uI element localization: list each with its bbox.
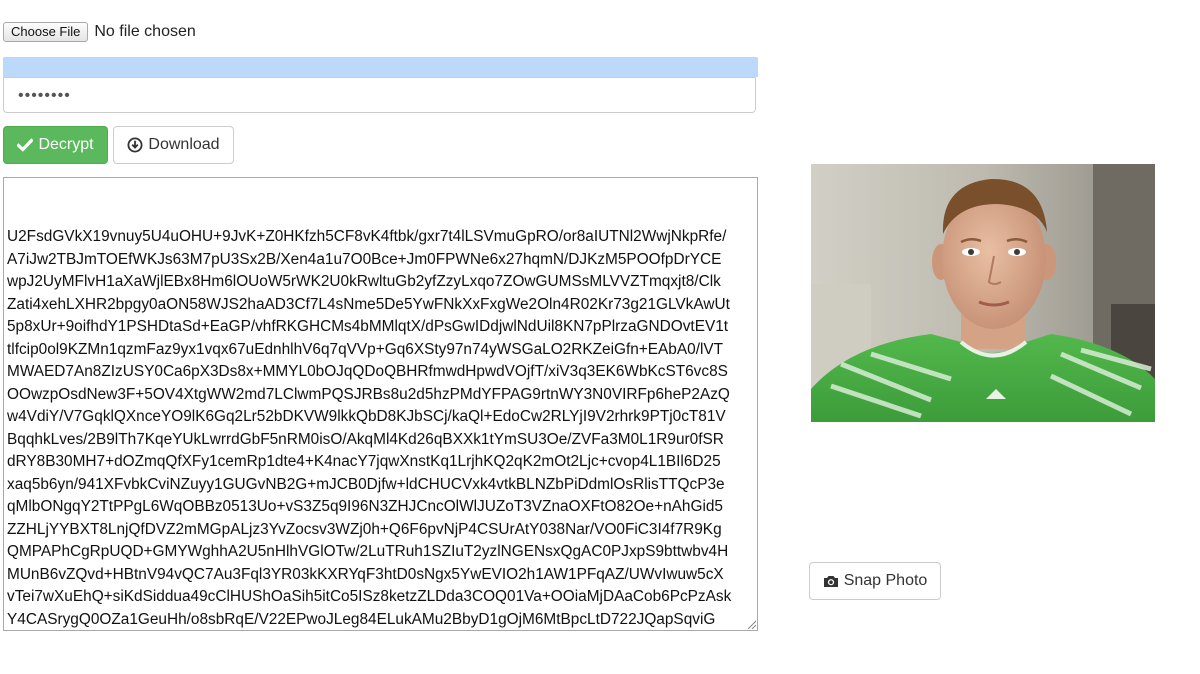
password-input[interactable]: ••••••••: [3, 77, 756, 113]
snap-photo-button[interactable]: Snap Photo: [809, 562, 941, 600]
camera-icon: [823, 576, 838, 587]
download-label: Download: [148, 136, 220, 153]
decrypt-label: Decrypt: [38, 136, 94, 153]
snap-photo-label: Snap Photo: [843, 572, 928, 589]
ciphertext-line: qMlbONgqY2TtPPgL6WqOBBz0513Uo+vS3Z5q9I96…: [7, 498, 723, 515]
key-input[interactable]: [3, 57, 758, 77]
ciphertext-line: wpJ2UyMFlvH1aXaWjlEBx8Hm6lOUoW5rWK2U0kRw…: [7, 273, 721, 290]
ciphertext-line: BqqhkLves/2B9lTh7KqeYUkLwrrdGbF5nRM0isO/…: [7, 430, 724, 448]
ciphertext-line: 5p8xUr+9oifhdY1PSHDtaSd+EaGP/vhfRKGHCMs4…: [7, 318, 729, 335]
ciphertext-line: QMPAPhCgRpUQD+GMYWghhA2U5nHlhVGlOTw/2LuT…: [7, 543, 729, 560]
ciphertext-line: OOwzpOsdNew3F+5OV4XtgWW2md7LClwmPQSJRBs8…: [7, 385, 730, 403]
file-status-text: No file chosen: [94, 23, 196, 40]
circle-arrow-down-icon: [127, 137, 143, 153]
encryption-page: Choose File No file chosen •••••••• Decr…: [0, 0, 1200, 674]
ciphertext-line: Zati4xehLXHR2bpgy0aON58WJS2haAD3Cf7L4sNm…: [7, 295, 730, 313]
person-photo: [811, 164, 1155, 422]
ciphertext-line: Y4CASrygQ0OZa1GeuHh/o8sbRqE/V22EPwoJLeg8…: [7, 610, 716, 628]
ciphertext-line: vTei7wXuEhQ+siKdSiddua49cClHUShOaSih5itC…: [7, 588, 732, 605]
ciphertext-line: MWAED7An8ZIzUSY0Ca6pX3Ds8x+MMYL0bOJqQDoQ…: [7, 363, 728, 380]
choose-file-button[interactable]: Choose File: [3, 22, 89, 42]
ciphertext-line: tlfcip0ol9KZMn1qzmFaz9yx1vqx67uEdnhlhV6q…: [7, 340, 724, 358]
ciphertext-line: w4VdiY/V7GqklQXnceYO9lK6Gq2Lr52bDKVW9lkk…: [7, 408, 726, 425]
ciphertext-line: U2FsdGVkX19vnuy5U4uOHU+9JvK+Z0HKfzh5CF8v…: [7, 228, 727, 245]
resize-grip-icon[interactable]: [746, 619, 756, 629]
file-picker: Choose File No file chosen: [3, 22, 196, 42]
decrypt-button[interactable]: Decrypt: [3, 126, 108, 164]
ciphertext-line: xaq5b6yn/941XFvbkCviNZuyy1GUGvNB2G+mJCB0…: [7, 475, 725, 493]
download-button[interactable]: Download: [113, 126, 234, 164]
ciphertext-textarea[interactable]: U2FsdGVkX19vnuy5U4uOHU+9JvK+Z0HKfzh5CF8v…: [3, 177, 758, 631]
ciphertext-line: ZZHLjYYBXT8LnjQfDVZ2mMGpALjz3YvZocsv3WZj…: [7, 520, 722, 538]
webcam-preview: [811, 164, 1155, 422]
ciphertext-line: dRY8B30MH7+dOZmqQfXFy1cemRp1dte4+K4nacY7…: [7, 453, 721, 470]
ciphertext-line: A7iJw2TBJmTOEfWKJs63M7pU3Sx2B/Xen4a1u7O0…: [7, 250, 722, 268]
ciphertext-line: MUnB6vZQvd+HBtnV94vQC7Au3Fql3YR03kKXRYqF…: [7, 565, 724, 583]
check-icon: [17, 138, 34, 152]
